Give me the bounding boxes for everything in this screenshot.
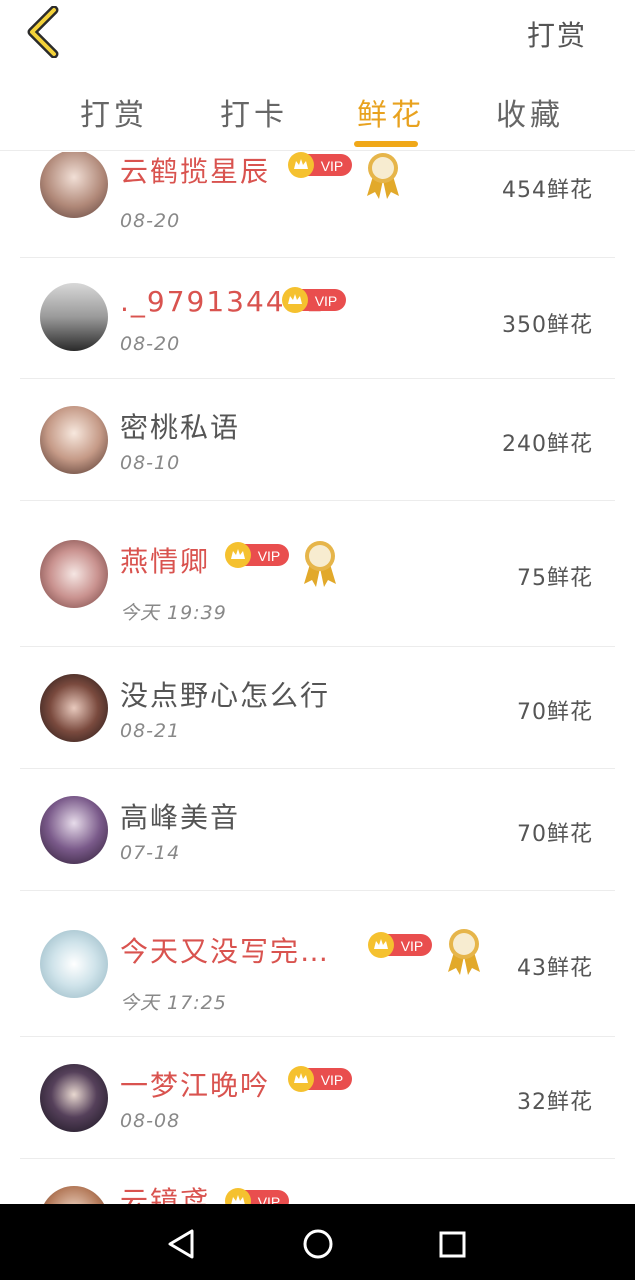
vip-badge: VIP bbox=[282, 287, 346, 313]
date-label: 08-21 bbox=[120, 720, 181, 742]
list-item[interactable]: 高峰美音 07-14 70鲜花 bbox=[20, 768, 615, 891]
list-item[interactable]: 密桃私语 08-10 240鲜花 bbox=[20, 378, 615, 501]
flower-ranking-list[interactable]: 云鹤揽星辰 VIP 08-20 454鲜花 ._979134431 VIP 08… bbox=[0, 152, 635, 1204]
user-name[interactable]: 云鹤揽星辰 bbox=[120, 152, 270, 190]
date-label: 08-08 bbox=[120, 1110, 181, 1132]
svg-text:VIP: VIP bbox=[315, 293, 338, 309]
date-label: 今天 17:25 bbox=[120, 992, 227, 1014]
svg-text:VIP: VIP bbox=[258, 548, 281, 564]
tab-flowers[interactable]: 鲜花 bbox=[357, 90, 425, 134]
user-name[interactable]: 云镜鸢 bbox=[120, 1180, 210, 1204]
flower-count: 43鲜花 bbox=[517, 956, 593, 981]
avatar[interactable] bbox=[40, 152, 108, 218]
avatar[interactable] bbox=[40, 1186, 108, 1204]
medal-icon bbox=[304, 541, 336, 587]
tab-favorites[interactable]: 收藏 bbox=[496, 90, 564, 134]
list-item[interactable]: 云镜鸢 VIP bbox=[20, 1158, 615, 1204]
tab-bar: 打赏 打卡 鲜花 收藏 bbox=[0, 80, 635, 151]
avatar[interactable] bbox=[40, 406, 108, 474]
date-label: 08-20 bbox=[120, 333, 181, 355]
user-name[interactable]: 今天又没写完… bbox=[120, 930, 330, 970]
svg-text:VIP: VIP bbox=[321, 1072, 344, 1088]
flower-count: 350鲜花 bbox=[502, 313, 593, 338]
svg-text:VIP: VIP bbox=[401, 938, 424, 954]
medal-icon bbox=[367, 153, 399, 199]
flower-count: 75鲜花 bbox=[517, 566, 593, 591]
avatar[interactable] bbox=[40, 283, 108, 351]
user-name[interactable]: 一梦江晚吟 bbox=[120, 1064, 270, 1104]
list-item[interactable]: 没点野心怎么行 08-21 70鲜花 bbox=[20, 646, 615, 769]
flower-count: 70鲜花 bbox=[517, 700, 593, 725]
medal-icon bbox=[448, 929, 480, 975]
date-label: 08-20 bbox=[120, 210, 181, 232]
recents-square-icon[interactable] bbox=[432, 1224, 472, 1264]
list-item[interactable]: ._979134431 VIP 08-20 350鲜花 bbox=[20, 257, 615, 379]
system-navigation-bar bbox=[0, 1204, 635, 1280]
avatar[interactable] bbox=[40, 1064, 108, 1132]
svg-text:VIP: VIP bbox=[258, 1194, 281, 1204]
vip-badge: VIP bbox=[225, 542, 289, 568]
tip-button[interactable]: 打赏 bbox=[527, 14, 587, 54]
avatar[interactable] bbox=[40, 674, 108, 742]
tab-checkin[interactable]: 打卡 bbox=[220, 90, 288, 134]
avatar[interactable] bbox=[40, 540, 108, 608]
flower-count: 32鲜花 bbox=[517, 1090, 593, 1115]
home-circle-icon[interactable] bbox=[298, 1224, 338, 1264]
list-item[interactable]: 云鹤揽星辰 VIP 08-20 454鲜花 bbox=[20, 152, 615, 258]
flower-count: 70鲜花 bbox=[517, 822, 593, 847]
svg-text:VIP: VIP bbox=[321, 158, 344, 174]
list-item[interactable]: 燕情卿 VIP 今天 19:39 75鲜花 bbox=[20, 500, 615, 647]
user-name[interactable]: 密桃私语 bbox=[120, 406, 240, 446]
vip-badge: VIP bbox=[225, 1188, 289, 1204]
chevron-left-icon bbox=[27, 5, 59, 59]
user-name[interactable]: 燕情卿 bbox=[120, 540, 210, 580]
top-bar: 打赏 bbox=[0, 0, 635, 70]
vip-badge: VIP bbox=[288, 152, 352, 178]
list-item[interactable]: 一梦江晚吟 VIP 08-08 32鲜花 bbox=[20, 1036, 615, 1159]
user-name[interactable]: 高峰美音 bbox=[120, 796, 240, 836]
vip-badge: VIP bbox=[288, 1066, 352, 1092]
date-label: 08-10 bbox=[120, 452, 181, 474]
avatar[interactable] bbox=[40, 796, 108, 864]
vip-badge: VIP bbox=[368, 932, 432, 958]
active-tab-indicator bbox=[354, 141, 418, 147]
back-triangle-icon[interactable] bbox=[162, 1224, 202, 1264]
back-button[interactable] bbox=[22, 5, 66, 59]
flower-count: 240鲜花 bbox=[502, 432, 593, 457]
list-item[interactable]: 今天又没写完… VIP 今天 17:25 43鲜花 bbox=[20, 890, 615, 1037]
user-name[interactable]: 没点野心怎么行 bbox=[120, 674, 330, 714]
flower-count: 454鲜花 bbox=[502, 178, 593, 203]
date-label: 今天 19:39 bbox=[120, 602, 227, 624]
avatar[interactable] bbox=[40, 930, 108, 998]
tab-tip[interactable]: 打赏 bbox=[80, 90, 148, 134]
date-label: 07-14 bbox=[120, 842, 181, 864]
